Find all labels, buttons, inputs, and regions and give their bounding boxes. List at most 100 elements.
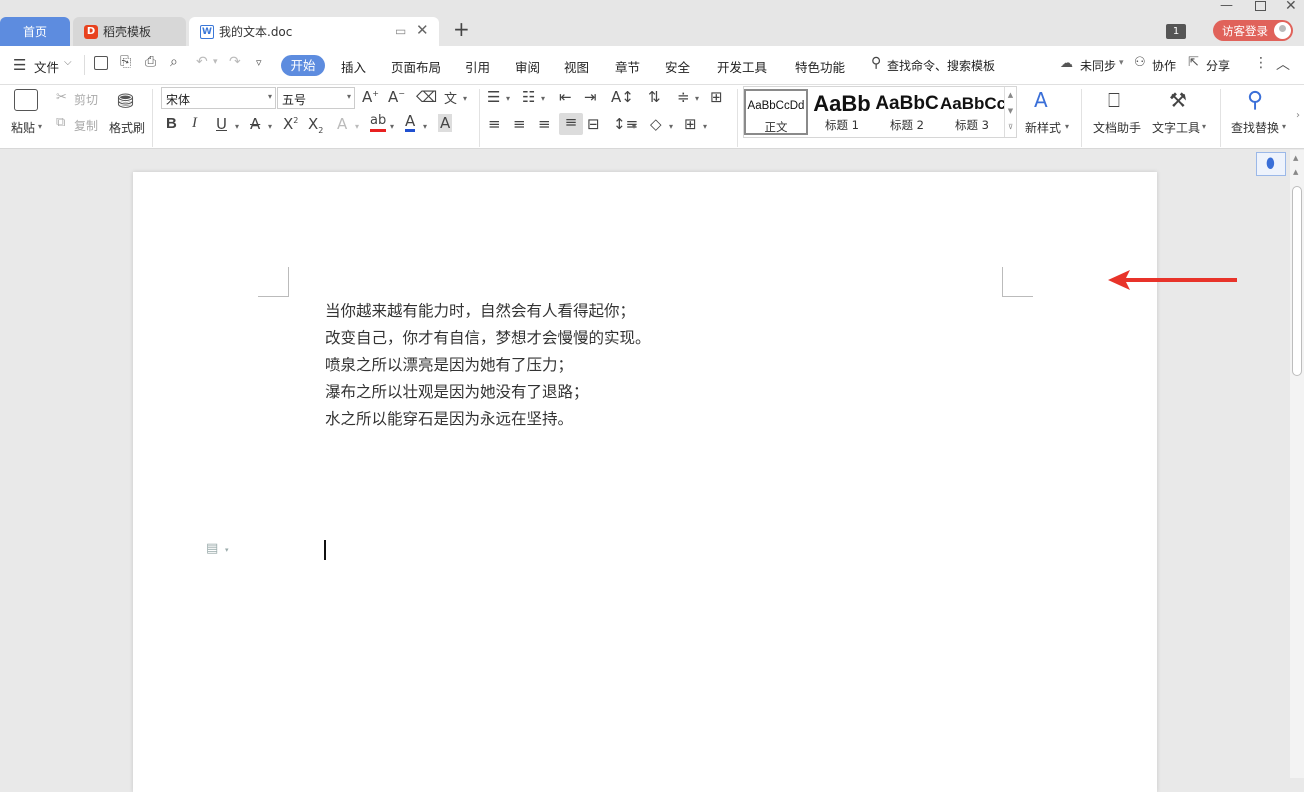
output-pdf-icon[interactable]: ⎘ xyxy=(120,54,131,70)
font-size-chevron-icon[interactable]: ▾ xyxy=(347,92,351,101)
document-paragraph[interactable]: 改变自己，你才有自信，梦想才会慢慢的实现。 xyxy=(325,326,651,348)
bullet-list-icon[interactable]: ☰ xyxy=(487,88,500,106)
format-painter-button[interactable]: 格式刷 xyxy=(109,119,145,136)
collaborate-button[interactable]: 协作 xyxy=(1152,57,1176,74)
decrease-font-size-icon[interactable]: A− xyxy=(388,88,405,106)
underline-chevron-icon[interactable]: ▾ xyxy=(235,122,239,131)
document-paragraph[interactable]: 当你越来越有能力时，自然会有人看得起你； xyxy=(325,299,635,321)
paragraph-handle-icon[interactable]: ▤ xyxy=(206,541,218,556)
minimize-icon[interactable]: — xyxy=(1220,0,1233,13)
pin-window-icon[interactable]: ▭ xyxy=(395,24,406,38)
strikethrough-chevron-icon[interactable]: ▾ xyxy=(268,122,272,131)
bold-icon[interactable]: B xyxy=(166,115,177,132)
text-tools-button[interactable]: 文字工具 xyxy=(1152,119,1200,136)
style-heading-2[interactable]: AaBbC 标题 2 xyxy=(875,89,939,135)
collapse-ribbon-icon[interactable]: ︿ xyxy=(1276,54,1290,74)
format-painter-icon[interactable]: ⛃ xyxy=(117,89,134,113)
align-justify-icon[interactable]: ≡ xyxy=(559,113,583,135)
doc-assistant-button[interactable]: 文档助手 xyxy=(1093,119,1141,136)
find-replace-chevron-icon[interactable]: ▾ xyxy=(1282,122,1286,131)
show-marks-icon[interactable]: ⊞ xyxy=(710,88,723,106)
save-icon[interactable] xyxy=(94,56,108,70)
borders-icon[interactable]: ⊞ xyxy=(684,115,697,133)
new-style-icon[interactable]: A xyxy=(1034,88,1048,112)
clear-formatting-icon[interactable]: ⌫ xyxy=(416,88,437,106)
text-effect-chevron-icon[interactable]: ▾ xyxy=(355,122,359,131)
superscript-icon[interactable]: X2 xyxy=(283,115,298,133)
decrease-indent-icon[interactable]: ⇤ xyxy=(559,88,572,106)
menu-file[interactable]: 文件 xyxy=(34,57,59,76)
tab-security[interactable]: 安全 xyxy=(665,57,690,76)
print-icon[interactable]: ⎙ xyxy=(145,54,156,70)
tab-docer-templates[interactable]: D 稻壳模板 xyxy=(73,17,186,46)
strikethrough-icon[interactable]: A xyxy=(250,115,260,133)
character-shading-icon[interactable]: A xyxy=(438,114,453,132)
tab-special-features[interactable]: 特色功能 xyxy=(795,57,845,76)
shading-icon[interactable]: ◇ xyxy=(650,115,662,133)
style-heading-3[interactable]: AaBbCc 标题 3 xyxy=(940,89,1004,135)
navigation-pane-button[interactable]: ⬮ xyxy=(1256,152,1286,176)
doc-assistant-icon[interactable]: ⎕ xyxy=(1108,88,1120,112)
scroll-up-icon[interactable]: ▲ xyxy=(1293,154,1298,162)
numbered-list-chevron-icon[interactable]: ▾ xyxy=(541,94,545,103)
borders-chevron-icon[interactable]: ▾ xyxy=(703,122,707,131)
document-page[interactable]: 当你越来越有能力时，自然会有人看得起你； 改变自己，你才有自信，梦想才会慢慢的实… xyxy=(133,172,1157,792)
tab-start[interactable]: 开始 xyxy=(281,55,325,76)
document-paragraph[interactable]: 瀑布之所以壮观是因为她没有了退路； xyxy=(325,380,589,402)
copy-button[interactable]: 复制 xyxy=(74,117,98,134)
undo-icon[interactable]: ↶ xyxy=(196,54,208,70)
paste-chevron-icon[interactable]: ▾ xyxy=(38,122,42,131)
more-options-icon[interactable]: ⋮ xyxy=(1254,55,1268,71)
phonetic-chevron-icon[interactable]: ▾ xyxy=(463,94,467,103)
line-spacing-options-icon[interactable]: ≑ xyxy=(677,88,690,106)
scroll-thumb[interactable] xyxy=(1292,186,1302,376)
text-effect-icon[interactable]: A xyxy=(337,115,347,133)
tab-references[interactable]: 引用 xyxy=(465,57,490,76)
find-replace-button[interactable]: 查找替换 xyxy=(1231,119,1279,136)
font-name-combo[interactable]: 宋体 ▾ xyxy=(161,87,276,109)
file-chevron-down-icon[interactable]: ⌵ xyxy=(64,57,72,68)
tab-insert[interactable]: 插入 xyxy=(341,57,366,76)
paste-button[interactable]: 粘贴 xyxy=(11,119,35,136)
subscript-icon[interactable]: X2 xyxy=(308,115,323,135)
align-left-icon[interactable]: ≡ xyxy=(488,115,501,133)
new-tab-icon[interactable]: + xyxy=(453,17,470,41)
distribute-icon[interactable]: ⊟ xyxy=(587,115,600,133)
sync-status[interactable]: 未同步 xyxy=(1080,57,1116,74)
tab-chapter[interactable]: 章节 xyxy=(615,57,640,76)
font-color-icon[interactable]: A xyxy=(405,113,416,132)
bullet-list-chevron-icon[interactable]: ▾ xyxy=(506,94,510,103)
text-direction-icon[interactable]: A↕ xyxy=(611,88,634,106)
login-button[interactable]: 访客登录 xyxy=(1213,20,1293,41)
increase-indent-icon[interactable]: ⇥ xyxy=(584,88,597,106)
undo-dropdown-icon[interactable]: ▾ xyxy=(213,57,218,67)
highlight-icon[interactable]: ab xyxy=(370,113,387,132)
phonetic-guide-icon[interactable]: 文 xyxy=(444,88,457,107)
italic-icon[interactable]: I xyxy=(192,115,197,132)
paste-icon[interactable] xyxy=(14,89,38,111)
new-style-button[interactable]: 新样式 xyxy=(1025,119,1061,136)
numbered-list-icon[interactable]: ☷ xyxy=(522,88,535,106)
style-heading-1[interactable]: AaBb 标题 1 xyxy=(810,89,874,135)
highlight-chevron-icon[interactable]: ▾ xyxy=(390,122,394,131)
style-normal[interactable]: AaBbCcDd 正文 xyxy=(744,89,808,135)
text-tools-chevron-icon[interactable]: ▾ xyxy=(1202,122,1206,131)
redo-icon[interactable]: ↷ xyxy=(229,54,241,70)
spacing-chevron-icon[interactable]: ▾ xyxy=(695,94,699,103)
tab-review[interactable]: 审阅 xyxy=(515,57,540,76)
underline-icon[interactable]: U xyxy=(216,115,227,133)
sort-icon[interactable]: ⇅ xyxy=(648,88,661,106)
sync-chevron-icon[interactable]: ▾ xyxy=(1119,58,1124,68)
font-size-combo[interactable]: 五号 ▾ xyxy=(277,87,355,109)
paragraph-handle-chevron-icon[interactable]: ▾ xyxy=(225,546,229,554)
text-tools-icon[interactable]: ⚒ xyxy=(1169,88,1187,112)
command-search[interactable]: 查找命令、搜索模板 xyxy=(887,57,995,74)
new-style-chevron-icon[interactable]: ▾ xyxy=(1065,122,1069,131)
tab-home[interactable]: 首页 xyxy=(0,17,70,46)
maximize-icon[interactable] xyxy=(1255,1,1266,11)
scroll-up-small-icon[interactable]: ▲ xyxy=(1293,168,1298,176)
vertical-scrollbar[interactable]: ⬮ ▲ ▲ xyxy=(1256,150,1304,778)
hamburger-menu-icon[interactable]: ☰ xyxy=(13,56,26,74)
style-gallery-scroll[interactable]: ▲ ▼ ⊽ xyxy=(1004,87,1016,137)
ribbon-scroll-right-icon[interactable]: › xyxy=(1296,110,1300,121)
